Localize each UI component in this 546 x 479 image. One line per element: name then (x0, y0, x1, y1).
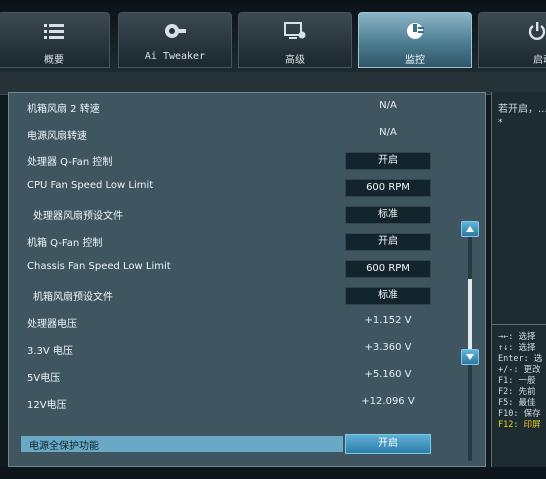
key-hint: ↑↓: 选择 (498, 343, 536, 353)
setting-row: 电源风扇转速 N/A (9, 124, 449, 146)
tab-ai-tweaker[interactable]: Ai Tweaker (118, 12, 232, 68)
cpu-fan-profile-button[interactable]: 标准 (345, 206, 431, 224)
scrollbar-thumb[interactable] (468, 279, 472, 349)
tab-monitor-label: 监控 (405, 55, 425, 66)
setting-value: N/A (379, 100, 397, 111)
setting-row: 机箱风扇 2 转速 N/A (9, 97, 449, 119)
tab-ai-tweaker-label: Ai Tweaker (144, 51, 206, 62)
tab-boot[interactable]: 启动 (478, 12, 546, 68)
list-icon (43, 21, 65, 41)
setting-row[interactable]: 处理器 Q-Fan 控制 开启 (9, 150, 449, 172)
tab-advanced[interactable]: 高级 (238, 12, 352, 68)
setting-label: 12V电压 (27, 400, 67, 411)
key-hint: F1: 一般 (498, 376, 536, 386)
top-menu-bar: 概要 Ai Tweaker 高级 监控 启动 (0, 0, 546, 72)
arrow-up-icon (466, 226, 474, 232)
key-legend: →←: 选择 ↑↓: 选择 Enter: 选 +/-: 更改 F1: 一般 F2… (498, 332, 542, 431)
tab-overview-label: 概要 (44, 55, 64, 66)
tweaker-icon (164, 21, 186, 41)
power-protection-button[interactable]: 开启 (345, 434, 431, 454)
tab-overview[interactable]: 概要 (0, 12, 110, 68)
setting-value: +5.160 V (364, 369, 412, 380)
chassis-fan-profile-button[interactable]: 标准 (345, 287, 431, 305)
key-hint: F5: 最佳 (498, 398, 536, 408)
key-hint-print-screen: F12: 印屏 (498, 420, 541, 430)
key-hint: Enter: 选 (498, 354, 543, 364)
setting-value: N/A (379, 127, 397, 138)
key-hint: →←: 选择 (498, 332, 536, 342)
key-hint: +/-: 更改 (498, 365, 541, 375)
help-panel: 若开启，... * →←: 选择 ↑↓: 选择 Enter: 选 +/-: 更改… (491, 92, 546, 467)
setting-label: 机箱风扇 2 转速 (27, 104, 100, 115)
setting-row: 12V电压 +12.096 V (9, 393, 449, 415)
key-hint: F10: 保存 (498, 409, 541, 419)
setting-value: +12.096 V (361, 396, 415, 407)
footer-bar (0, 467, 546, 479)
settings-panel: 机箱风扇 2 转速 N/A 电源风扇转速 N/A 处理器 Q-Fan 控制 开启… (8, 92, 486, 467)
setting-value: +1.152 V (364, 315, 412, 326)
tab-monitor[interactable]: 监控 (358, 12, 472, 68)
setting-label: 处理器 Q-Fan 控制 (27, 157, 113, 168)
setting-row: 3.3V 电压 +3.360 V (9, 339, 449, 361)
key-hint: F2: 先前 (498, 387, 536, 397)
setting-row[interactable]: 机箱 Q-Fan 控制 开启 (9, 231, 449, 253)
setting-label: 5V电压 (27, 373, 61, 384)
setting-row[interactable]: 机箱风扇预设文件 标准 (9, 285, 449, 307)
scroll-down-button[interactable] (461, 349, 479, 365)
setting-label: 机箱风扇预设文件 (33, 292, 113, 303)
power-icon (526, 21, 546, 41)
chassis-qfan-control-button[interactable]: 开启 (345, 233, 431, 251)
help-bullet: * (498, 118, 503, 128)
setting-row: 5V电压 +5.160 V (9, 366, 449, 388)
help-divider (492, 324, 546, 325)
setting-row[interactable]: Chassis Fan Speed Low Limit 600 RPM (9, 258, 449, 280)
setting-row: 处理器电压 +1.152 V (9, 312, 449, 334)
chassis-fan-low-limit-button[interactable]: 600 RPM (345, 260, 431, 278)
setting-label: 机箱 Q-Fan 控制 (27, 238, 103, 249)
monitor-icon (404, 21, 426, 41)
cpu-fan-low-limit-button[interactable]: 600 RPM (345, 179, 431, 197)
setting-label: 电源风扇转速 (27, 131, 87, 142)
setting-label: 3.3V 电压 (27, 346, 73, 357)
tab-boot-label: 启动 (533, 55, 546, 66)
setting-label: 处理器风扇预设文件 (33, 211, 123, 222)
setting-label: 处理器电压 (27, 319, 77, 330)
cpu-qfan-control-button[interactable]: 开启 (345, 152, 431, 170)
advanced-icon (284, 21, 306, 41)
setting-value: +3.360 V (364, 342, 412, 353)
setting-row[interactable]: 处理器风扇预设文件 标准 (9, 204, 449, 226)
scroll-up-button[interactable] (461, 221, 479, 237)
setting-row[interactable]: CPU Fan Speed Low Limit 600 RPM (9, 177, 449, 199)
help-description: 若开启，... (498, 104, 546, 115)
setting-label: CPU Fan Speed Low Limit (27, 180, 154, 191)
setting-row-selected[interactable]: 电源全保护功能 开启 (21, 434, 435, 454)
setting-label: 电源全保护功能 (29, 441, 99, 452)
setting-label: Chassis Fan Speed Low Limit (27, 261, 171, 272)
tab-advanced-label: 高级 (285, 55, 305, 66)
arrow-down-icon (466, 354, 474, 360)
